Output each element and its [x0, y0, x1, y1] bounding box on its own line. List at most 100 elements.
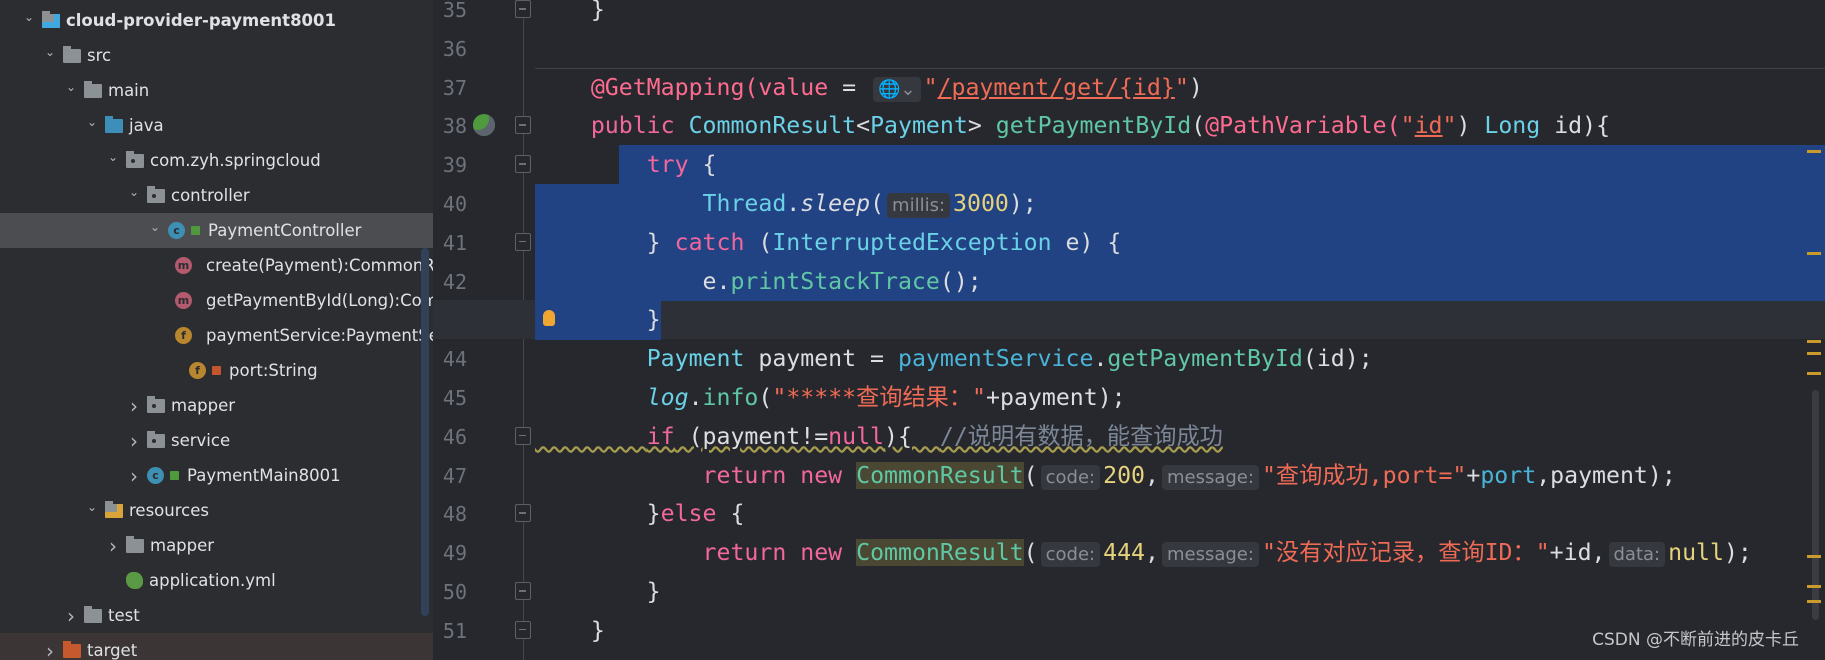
- tree-item[interactable]: ⌄ resources: [0, 493, 433, 528]
- fold-marker-icon[interactable]: [515, 620, 531, 639]
- tree-item[interactable]: ⌄ controller: [0, 178, 433, 213]
- code-line[interactable]: Payment payment = paymentService.getPaym…: [535, 339, 1825, 378]
- code-line[interactable]: }: [535, 0, 1825, 29]
- code-line[interactable]: log.info("*****查询结果："+payment);: [535, 378, 1825, 417]
- code-token: 3000: [953, 190, 1009, 217]
- class-icon: c: [168, 222, 185, 239]
- chevron-down-icon[interactable]: ⌄: [148, 220, 162, 234]
- code-editor[interactable]: 3536373839404142434445464748495051 } @Ge…: [433, 0, 1825, 660]
- code-token: else: [660, 500, 717, 528]
- code-token: getPaymentById: [995, 112, 1192, 140]
- tree-item[interactable]: › c PaymentMain8001: [0, 458, 433, 493]
- fold-marker-icon[interactable]: [515, 116, 531, 135]
- tree-item[interactable]: m create(Payment):CommonResult: [0, 248, 433, 283]
- package-icon: [147, 430, 165, 448]
- error-stripe-mark[interactable]: [1807, 352, 1821, 355]
- tree-item[interactable]: ⌄ java: [0, 108, 433, 143]
- chevron-right-icon[interactable]: ›: [127, 429, 141, 453]
- code-token: .: [786, 190, 801, 217]
- error-stripe-mark[interactable]: [1807, 555, 1821, 558]
- code-line[interactable]: }else {: [535, 494, 1825, 533]
- chevron-down-icon[interactable]: ⌄: [43, 45, 57, 59]
- tree-item[interactable]: › mapper: [0, 388, 433, 423]
- code-token: +payment);: [986, 384, 1126, 411]
- tree-item[interactable]: › target: [0, 633, 433, 660]
- line-number: 44: [442, 347, 467, 372]
- chevron-right-icon[interactable]: ›: [127, 464, 141, 488]
- line-number: 42: [442, 269, 467, 294]
- code-line[interactable]: return new CommonResult(code: 444, message…: [535, 533, 1825, 572]
- chevron-down-icon[interactable]: ⌄: [106, 150, 120, 164]
- tree-item[interactable]: › test: [0, 598, 433, 633]
- tree-item[interactable]: ⌄ cloud-provider-payment8001: [0, 3, 433, 38]
- chevron-right-icon[interactable]: ›: [127, 394, 141, 418]
- tree-item-label: mapper: [150, 536, 215, 555]
- code-line[interactable]: }: [535, 572, 1825, 611]
- spring-web-endpoint-icon[interactable]: [473, 114, 495, 137]
- resources-folder-icon: [105, 500, 123, 518]
- code-token: (: [1191, 112, 1206, 140]
- tree-item[interactable]: ⌄ main: [0, 73, 433, 108]
- fold-marker-icon[interactable]: [515, 582, 531, 600]
- error-stripe-mark[interactable]: [1807, 585, 1821, 588]
- code-line[interactable]: if (payment!=null){ //说明有数据，能查询成功: [535, 417, 1825, 456]
- line-number: 49: [442, 541, 467, 566]
- code-line[interactable]: e.printStackTrace();: [535, 262, 1825, 301]
- chevron-right-icon[interactable]: ›: [64, 604, 78, 628]
- tree-item[interactable]: f paymentService:PaymentService: [0, 318, 433, 353]
- fold-marker-icon[interactable]: [515, 504, 531, 523]
- method-icon: m: [175, 257, 192, 274]
- excluded-folder-icon: [63, 640, 81, 658]
- error-stripe-mark[interactable]: [1807, 340, 1821, 343]
- inlay-hint: message:: [1161, 464, 1259, 490]
- code-line[interactable]: }: [535, 300, 1825, 339]
- chevron-down-icon[interactable]: ⌄: [85, 115, 99, 129]
- project-tree-panel: ⌄ cloud-provider-payment8001 ⌄ src ⌄ main ⌄ jav…: [0, 0, 433, 660]
- code-line[interactable]: } catch (InterruptedException e) {: [535, 223, 1825, 262]
- error-stripe-mark[interactable]: [1807, 150, 1821, 153]
- tree-item[interactable]: application.yml: [0, 563, 433, 598]
- code-token: );: [1008, 190, 1037, 217]
- code-token: 200: [1103, 461, 1145, 489]
- tree-item[interactable]: ⌄ c PaymentController: [0, 213, 433, 248]
- fold-marker-icon[interactable]: [515, 155, 531, 174]
- chevron-down-icon[interactable]: ⌄: [22, 10, 36, 24]
- chevron-right-icon[interactable]: ›: [43, 639, 57, 660]
- tree-item[interactable]: m getPaymentById(Long):CommonResult: [0, 283, 433, 318]
- chevron-down-icon[interactable]: ⌄: [127, 185, 141, 199]
- fold-marker-icon[interactable]: [515, 232, 531, 251]
- error-stripe-mark[interactable]: [1807, 372, 1821, 375]
- project-tree-scrollbar[interactable]: [421, 248, 429, 616]
- tree-item-label: src: [87, 46, 112, 65]
- code-line[interactable]: Thread.sleep(millis: 3000);: [535, 184, 1825, 223]
- code-line[interactable]: [535, 29, 1825, 68]
- line-number: 45: [442, 386, 467, 410]
- code-line[interactable]: return new CommonResult(code: 200, message…: [535, 456, 1825, 495]
- code-token: 444: [1103, 539, 1145, 567]
- code-line[interactable]: public CommonResult<Payment> getPaymentB…: [535, 106, 1825, 145]
- code-token: >: [967, 112, 996, 140]
- code-line[interactable]: @GetMapping(value = 🌐⌄ "/payment/get/{id}…: [535, 68, 1825, 107]
- code-token: +id,: [1549, 539, 1606, 567]
- inlay-hint: message:: [1161, 542, 1259, 568]
- code-token: info: [702, 384, 759, 411]
- error-stripe-mark[interactable]: [1807, 600, 1821, 603]
- tree-item[interactable]: ⌄ com.zyh.springcloud: [0, 143, 433, 178]
- tree-item[interactable]: › mapper: [0, 528, 433, 563]
- tree-item[interactable]: ⌄ src: [0, 38, 433, 73]
- fold-marker-icon[interactable]: [515, 0, 531, 18]
- lightbulb-icon[interactable]: [543, 310, 555, 327]
- code-line[interactable]: try {: [535, 145, 1825, 184]
- tree-item[interactable]: › service: [0, 423, 433, 458]
- fold-marker-icon[interactable]: [515, 426, 531, 445]
- error-stripe-mark[interactable]: [1807, 252, 1821, 255]
- tree-item[interactable]: f port:String: [0, 353, 433, 388]
- chevron-down-icon[interactable]: ⌄: [85, 500, 99, 514]
- chevron-down-icon[interactable]: ⌄: [64, 80, 78, 94]
- chevron-right-icon[interactable]: ›: [106, 534, 120, 558]
